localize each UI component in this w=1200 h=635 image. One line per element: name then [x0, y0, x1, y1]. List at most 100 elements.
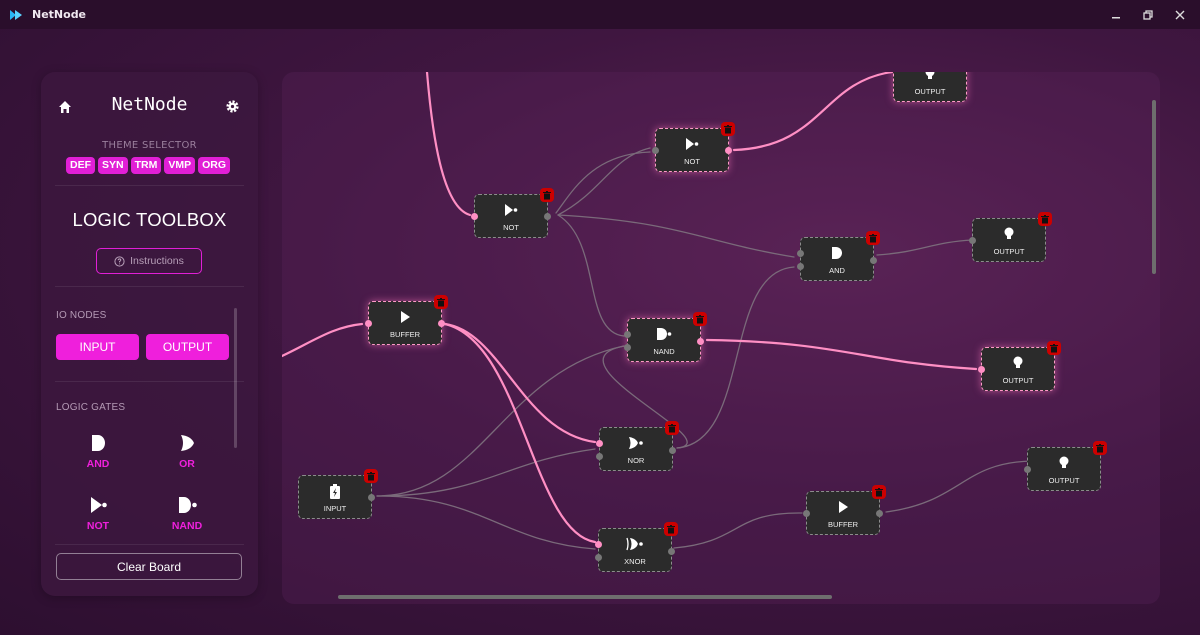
delete-node-button[interactable] — [721, 122, 735, 136]
input-port[interactable] — [978, 366, 985, 373]
input-port[interactable] — [797, 263, 804, 270]
node-output[interactable]: OUTPUT — [1024, 441, 1107, 491]
trash-icon — [668, 423, 676, 432]
toolbox-title: LOGIC TOOLBOX — [72, 209, 227, 230]
trash-icon — [869, 233, 877, 242]
delete-node-button[interactable] — [540, 188, 554, 202]
node-buffer[interactable]: BUFFER — [365, 295, 448, 345]
node-and[interactable]: AND — [797, 231, 880, 281]
delete-node-button[interactable] — [364, 469, 378, 483]
trash-icon — [1041, 214, 1049, 223]
not-gate-icon — [505, 204, 518, 216]
output-port[interactable] — [438, 320, 445, 327]
divider — [55, 185, 244, 186]
output-port[interactable] — [544, 213, 551, 220]
input-port[interactable] — [595, 541, 602, 548]
board-horizontal-scrollbar[interactable] — [338, 595, 832, 599]
input-port[interactable] — [624, 331, 631, 338]
node-buffer[interactable]: BUFFER — [803, 485, 886, 535]
delete-node-button[interactable] — [434, 295, 448, 309]
theme-org-button[interactable]: ORG — [198, 157, 231, 174]
or-gate-icon — [181, 435, 194, 451]
nand-gate-icon — [179, 497, 197, 513]
trash-icon — [1096, 443, 1104, 452]
input-port[interactable] — [595, 554, 602, 561]
restore-icon — [1143, 9, 1153, 20]
input-port[interactable] — [652, 147, 659, 154]
delete-node-button[interactable] — [693, 312, 707, 326]
buffer-gate-icon — [401, 311, 410, 323]
node-label: BUFFER — [390, 330, 420, 339]
divider — [55, 381, 244, 382]
node-nand[interactable]: NAND — [624, 312, 707, 362]
theme-syn-button[interactable]: SYN — [98, 157, 128, 174]
output-node-button[interactable]: OUTPUT — [146, 334, 229, 360]
instructions-label: Instructions — [130, 255, 184, 267]
node-not[interactable]: NOT — [652, 122, 735, 172]
theme-trm-button[interactable]: TRM — [130, 157, 162, 174]
bulb-icon — [1013, 356, 1023, 368]
instructions-button[interactable]: Instructions — [96, 248, 202, 274]
theme-def-button[interactable]: DEF — [66, 157, 95, 174]
sidebar-scrollbar[interactable] — [234, 308, 237, 448]
node-not[interactable]: NOT — [471, 188, 554, 238]
clear-board-button[interactable]: Clear Board — [56, 553, 242, 580]
node-label: NOT — [503, 223, 519, 232]
io-nodes-label: IO NODES — [56, 310, 107, 321]
wire — [557, 147, 651, 216]
trash-icon — [696, 314, 704, 323]
node-xnor[interactable]: XNOR — [595, 522, 678, 572]
output-port[interactable] — [368, 494, 375, 501]
logic-board-canvas[interactable]: OUTPUT NOT NOT AND OUTPUT BUFFER NAND OU… — [282, 72, 1160, 604]
gate-or-button[interactable]: OR — [157, 434, 217, 470]
input-port[interactable] — [596, 440, 603, 447]
output-port[interactable] — [669, 447, 676, 454]
gate-nand-label: NAND — [171, 520, 203, 532]
gate-nand-button[interactable]: NAND — [157, 496, 217, 532]
sidebar: NetNode THEME SELECTOR DEF SYN TRM VMP O… — [41, 72, 258, 596]
input-port[interactable] — [1024, 466, 1031, 473]
delete-node-button[interactable] — [665, 421, 679, 435]
theme-vmp-button[interactable]: VMP — [164, 157, 196, 174]
nand-gate-icon — [657, 328, 672, 340]
output-port[interactable] — [725, 147, 732, 154]
input-port[interactable] — [596, 453, 603, 460]
input-node-button[interactable]: INPUT — [56, 334, 139, 360]
node-output[interactable]: OUTPUT — [969, 212, 1052, 262]
node-output[interactable]: OUTPUT — [893, 72, 967, 102]
close-button[interactable] — [1168, 5, 1192, 25]
close-icon — [1175, 10, 1185, 19]
gear-icon[interactable] — [225, 99, 240, 114]
theme-selector: DEF SYN TRM VMP ORG — [66, 157, 231, 174]
delete-node-button[interactable] — [1047, 341, 1061, 355]
input-port[interactable] — [471, 213, 478, 220]
output-port[interactable] — [876, 510, 883, 517]
input-port[interactable] — [624, 344, 631, 351]
minimize-button[interactable] — [1104, 5, 1128, 25]
xnor-gate-icon — [626, 537, 643, 551]
delete-node-button[interactable] — [866, 231, 880, 245]
node-nor[interactable]: NOR — [596, 421, 679, 471]
restore-button[interactable] — [1136, 5, 1160, 25]
input-port[interactable] — [365, 320, 372, 327]
board-vertical-scrollbar[interactable] — [1152, 100, 1156, 274]
not-gate-icon — [91, 497, 107, 513]
delete-node-button[interactable] — [872, 485, 886, 499]
input-port[interactable] — [797, 250, 804, 257]
output-port[interactable] — [697, 338, 704, 345]
output-port[interactable] — [870, 257, 877, 264]
input-port[interactable] — [803, 510, 810, 517]
trash-icon — [367, 471, 375, 480]
node-label: OUTPUT — [993, 247, 1025, 256]
node-input[interactable]: INPUT — [298, 469, 378, 519]
node-output[interactable]: OUTPUT — [978, 341, 1061, 391]
delete-node-button[interactable] — [1093, 441, 1107, 455]
output-port[interactable] — [668, 548, 675, 555]
wire — [876, 239, 974, 256]
delete-node-button[interactable] — [1038, 212, 1052, 226]
input-port[interactable] — [969, 237, 976, 244]
gate-not-button[interactable]: NOT — [68, 496, 128, 532]
node-label: XNOR — [624, 557, 646, 566]
delete-node-button[interactable] — [664, 522, 678, 536]
gate-and-button[interactable]: AND — [68, 434, 128, 470]
